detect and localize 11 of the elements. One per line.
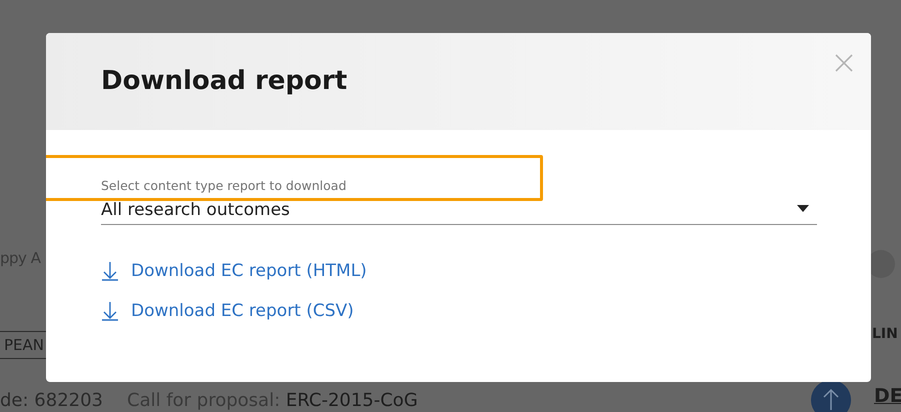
- project-code: de: 682203: [0, 390, 103, 411]
- download-link[interactable]: Download EC report (CSV): [101, 301, 354, 321]
- section-heading: LIN: [872, 326, 899, 342]
- download-icon: [101, 261, 119, 281]
- upload-icon[interactable]: [811, 380, 851, 412]
- download-link[interactable]: Download EC report (HTML): [101, 261, 367, 281]
- report-type-dropdown[interactable]: Select content type report to download All research outcomes: [101, 178, 817, 225]
- caret-icon: [797, 205, 809, 212]
- download-icon: [101, 301, 119, 321]
- dialog-title: Download report: [101, 66, 348, 96]
- link-text[interactable]: DE: [874, 385, 901, 407]
